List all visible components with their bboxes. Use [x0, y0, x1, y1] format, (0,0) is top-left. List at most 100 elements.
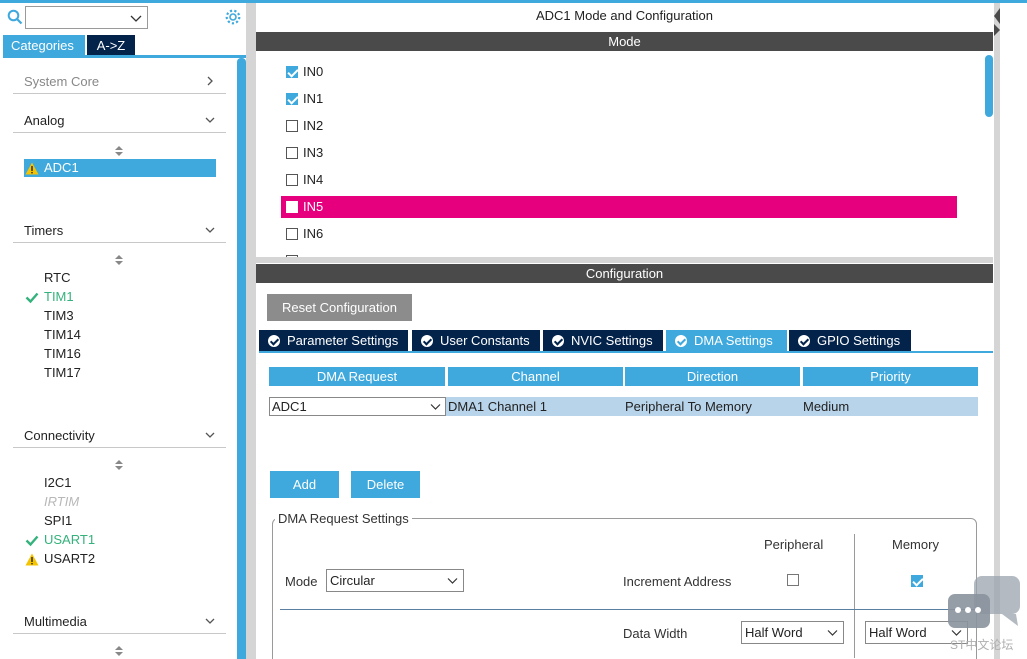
mode-scrollbar[interactable] — [985, 55, 993, 117]
list-item-adc1[interactable]: ADC1 — [24, 159, 216, 177]
channel-label: IN5 — [303, 199, 324, 214]
category-label: Timers — [24, 223, 64, 238]
category-label: System Core — [24, 74, 100, 89]
item-label: I2C1 — [44, 475, 72, 490]
channel-row-in3[interactable]: IN3 — [281, 142, 957, 164]
channel-row-in2[interactable]: IN2 — [281, 115, 957, 137]
channel-row-in6[interactable]: IN6 — [281, 223, 957, 245]
increment-address-label: Increment Address — [623, 574, 732, 589]
item-label: TIM16 — [44, 346, 81, 361]
data-width-label: Data Width — [623, 626, 688, 641]
chevron-down-icon[interactable] — [130, 12, 142, 24]
item-label: USART1 — [44, 532, 96, 547]
column-header-channel[interactable]: Channel — [448, 367, 623, 386]
left-scrollbar[interactable] — [237, 58, 246, 659]
channel-label: IN1 — [303, 91, 324, 106]
tab-dma-settings[interactable]: DMA Settings — [666, 330, 787, 352]
search-icon[interactable] — [7, 9, 23, 25]
sort-icon[interactable] — [114, 645, 124, 657]
configuration-header: Configuration — [256, 264, 993, 283]
tab-parameter-settings[interactable]: Parameter Settings — [259, 330, 408, 352]
delete-button[interactable]: Delete — [351, 471, 420, 498]
warning-icon — [25, 553, 39, 566]
panel-splitter[interactable] — [246, 3, 256, 659]
tab-categories[interactable]: Categories — [3, 35, 85, 56]
channel-checkbox[interactable] — [286, 147, 298, 159]
app-window: Categories A->Z System Core Analog ADC1 … — [0, 0, 1027, 659]
channel-checkbox[interactable] — [286, 93, 298, 105]
channel-row-in1[interactable]: IN1 — [281, 88, 957, 110]
channel-label: IN4 — [303, 172, 324, 187]
increment-memory-checkbox[interactable] — [911, 575, 923, 587]
sort-icon[interactable] — [114, 145, 124, 157]
item-label: TIM14 — [44, 327, 81, 342]
channel-checkbox[interactable] — [286, 174, 298, 186]
increment-peripheral-checkbox[interactable] — [787, 574, 799, 586]
right-edge-collapse-bar[interactable] — [993, 3, 1027, 659]
mode-channel-list: IN0 IN1 IN2 IN3 IN4 IN5 IN6 — [256, 51, 993, 259]
mode-select[interactable]: Circular — [326, 569, 464, 592]
check-circle-icon — [552, 335, 564, 347]
mode-config-splitter[interactable] — [256, 257, 993, 263]
channel-label: IN3 — [303, 145, 324, 160]
peripheral-column-label: Peripheral — [764, 537, 824, 552]
reset-configuration-button[interactable]: Reset Configuration — [267, 294, 412, 321]
channel-checkbox[interactable] — [286, 201, 298, 213]
column-header-direction[interactable]: Direction — [625, 367, 800, 386]
gear-icon[interactable] — [224, 8, 242, 26]
tabs-underline — [259, 351, 993, 353]
tab-nvic-settings[interactable]: NVIC Settings — [543, 330, 663, 352]
sort-icon[interactable] — [114, 459, 124, 471]
chevron-down-icon — [430, 404, 441, 410]
splitter-grip[interactable] — [994, 3, 1000, 659]
collapse-left-icon[interactable] — [994, 8, 1000, 24]
item-label: RTC — [44, 270, 71, 285]
cell-channel: DMA1 Channel 1 — [448, 399, 547, 414]
channel-row-in0[interactable]: IN0 — [281, 61, 957, 83]
tab-gpio-settings[interactable]: GPIO Settings — [789, 330, 911, 352]
category-timers[interactable]: Timers — [13, 219, 226, 243]
channel-row-in4[interactable]: IN4 — [281, 169, 957, 191]
dma-request-select[interactable]: ADC1 — [269, 397, 446, 416]
category-multimedia[interactable]: Multimedia — [13, 610, 226, 634]
channel-checkbox[interactable] — [286, 120, 298, 132]
data-width-peripheral-value: Half Word — [745, 625, 803, 640]
column-divider — [854, 534, 855, 658]
channel-row-in5[interactable]: IN5 — [281, 196, 957, 218]
add-button[interactable]: Add — [270, 471, 339, 498]
column-header-priority[interactable]: Priority — [803, 367, 978, 386]
item-label: ADC1 — [44, 160, 79, 175]
memory-column-label: Memory — [892, 537, 939, 552]
tab-label: User Constants — [440, 333, 530, 348]
category-connectivity[interactable]: Connectivity — [13, 424, 226, 448]
cell-priority: Medium — [803, 399, 850, 414]
tab-user-constants[interactable]: User Constants — [412, 330, 540, 352]
cell-direction: Peripheral To Memory — [625, 399, 752, 414]
category-label: Connectivity — [24, 428, 95, 443]
category-label: Multimedia — [24, 614, 87, 629]
item-label: USART2 — [44, 551, 96, 566]
item-label: IRTIM — [44, 494, 80, 509]
settings-divider — [280, 609, 977, 610]
category-label: Analog — [24, 113, 65, 128]
tab-label: NVIC Settings — [571, 333, 653, 348]
expand-right-icon[interactable] — [994, 24, 1000, 36]
mode-label: Mode — [285, 574, 318, 589]
check-circle-icon — [268, 335, 280, 347]
column-header-dma-request[interactable]: DMA Request — [269, 367, 445, 386]
group-legend: DMA Request Settings — [275, 511, 412, 526]
category-analog[interactable]: Analog — [13, 109, 226, 133]
check-circle-icon — [675, 335, 687, 347]
category-system-core[interactable]: System Core — [13, 70, 226, 94]
tabs-underline — [3, 55, 246, 58]
search-input[interactable] — [25, 6, 148, 29]
data-width-peripheral-select[interactable]: Half Word — [741, 621, 844, 644]
channel-checkbox[interactable] — [286, 228, 298, 240]
tab-a-z[interactable]: A->Z — [87, 35, 135, 56]
warning-icon — [25, 162, 39, 175]
channel-checkbox[interactable] — [286, 66, 298, 78]
sort-icon[interactable] — [114, 254, 124, 266]
tab-label: GPIO Settings — [817, 333, 901, 348]
channel-label: IN6 — [303, 226, 324, 241]
chevron-down-icon — [205, 117, 215, 123]
